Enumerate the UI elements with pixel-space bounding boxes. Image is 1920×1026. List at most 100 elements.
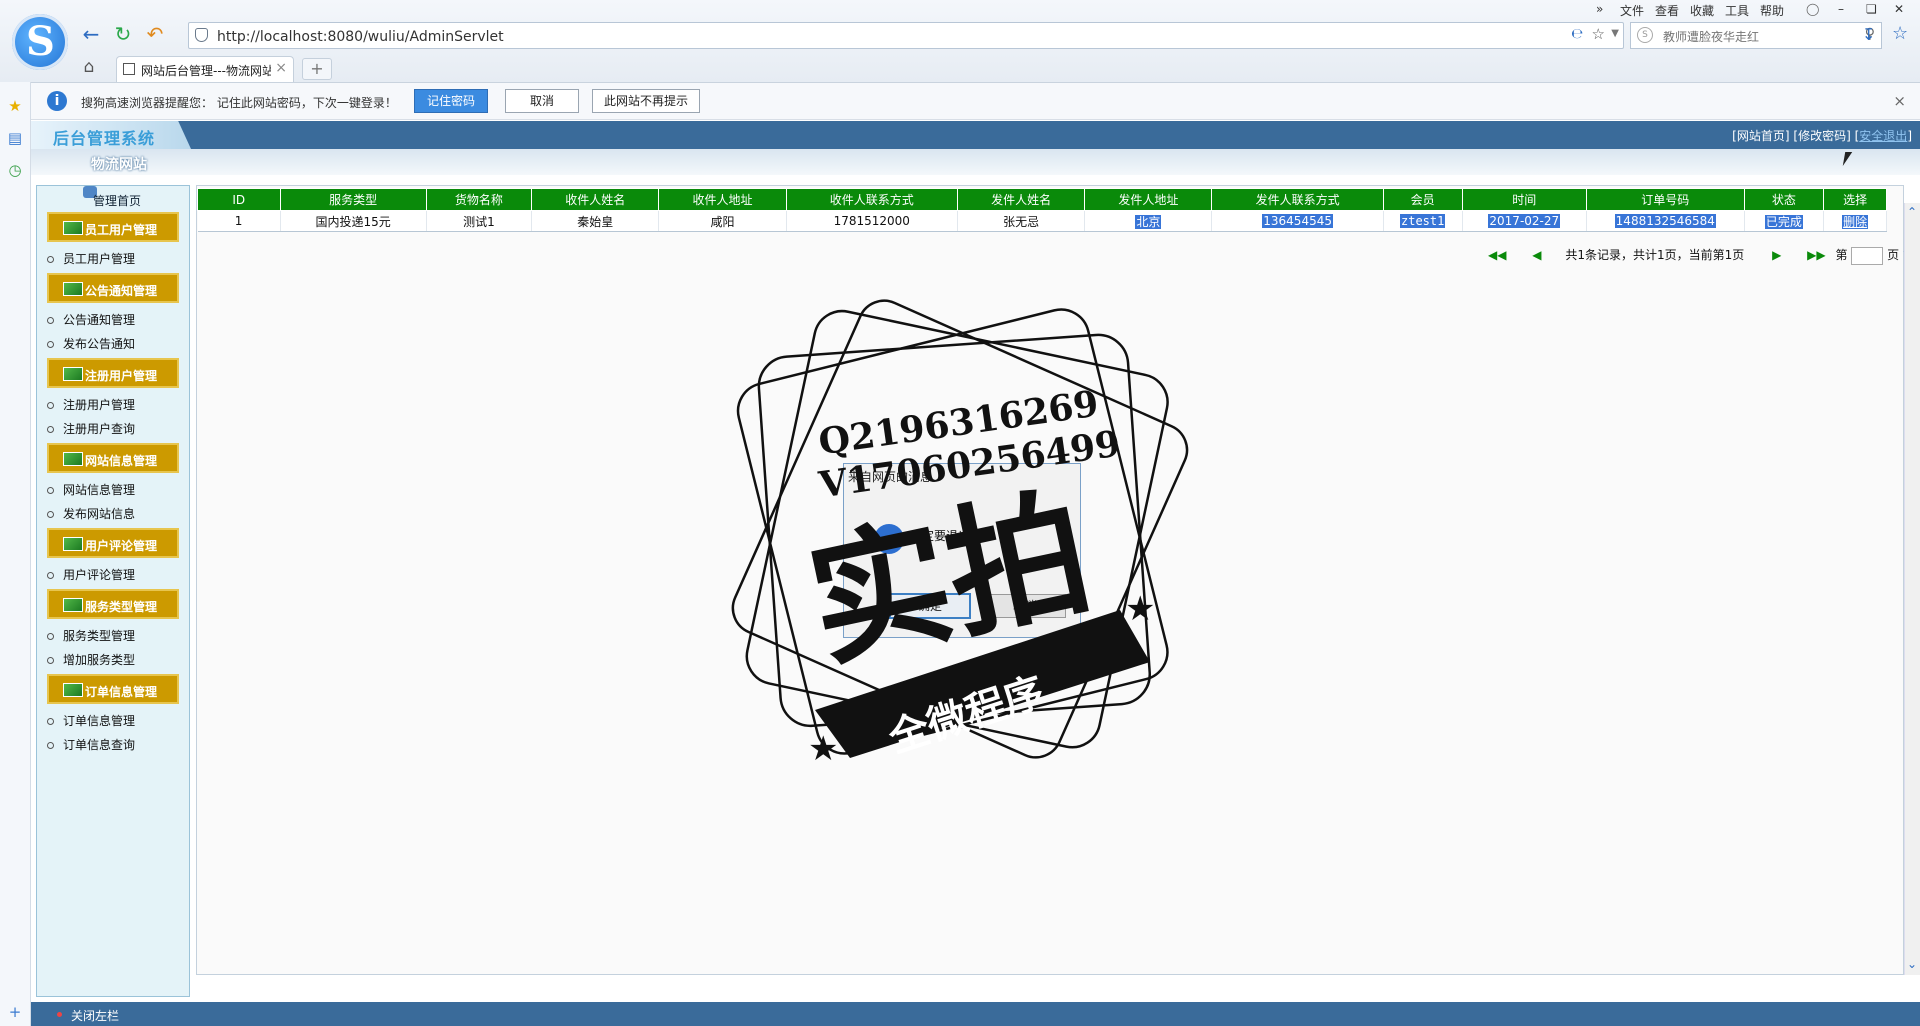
- dialog-cancel-button[interactable]: 取消: [984, 594, 1066, 618]
- notification-close-icon[interactable]: ×: [1893, 92, 1906, 110]
- star-icon[interactable]: ☆: [1592, 25, 1605, 43]
- logout-link[interactable]: 安全退出: [1859, 129, 1907, 143]
- reading-rail-icon[interactable]: ▤: [7, 130, 23, 146]
- sidebar-group-service[interactable]: 服务类型管理: [47, 589, 179, 619]
- close-window-icon[interactable]: ✕: [1894, 2, 1904, 16]
- menu-view[interactable]: 查看: [1655, 2, 1679, 19]
- scroll-down-icon[interactable]: ⌄: [1907, 957, 1917, 971]
- close-sidebar-icon: [57, 1012, 62, 1017]
- restore-icon[interactable]: ❏: [1866, 2, 1877, 16]
- search-input[interactable]: [1661, 23, 1855, 50]
- last-page-icon[interactable]: ▶▶: [1807, 248, 1825, 262]
- sidebar-group-notice[interactable]: 公告通知管理: [47, 273, 179, 303]
- confirm-dialog: 来自网页的消息 确定要退出吗？ 确定 取消: [843, 463, 1081, 638]
- sidebar-item-service-manage[interactable]: 服务类型管理: [47, 627, 135, 644]
- cell-text: 北京: [1135, 214, 1162, 229]
- sidebar-group-staff[interactable]: 员工用户管理: [47, 212, 179, 242]
- prev-page-icon[interactable]: ◀: [1532, 248, 1541, 262]
- sidebar-group-orders[interactable]: 订单信息管理: [47, 674, 179, 704]
- first-page-icon[interactable]: ◀◀: [1488, 248, 1506, 262]
- site-home-link[interactable]: 网站首页: [1737, 129, 1785, 143]
- vertical-scrollbar[interactable]: ⌃ ⌄: [1904, 203, 1920, 975]
- sidebar-group-siteinfo[interactable]: 网站信息管理: [47, 443, 179, 473]
- sidebar-item-service-add[interactable]: 增加服务类型: [47, 651, 135, 668]
- col-header: 订单号码: [1586, 188, 1745, 211]
- cell-receiver-name: 秦始皇: [531, 210, 660, 232]
- address-input[interactable]: [215, 23, 1519, 50]
- folder-icon: [63, 452, 83, 466]
- sidebar-item-label: 增加服务类型: [63, 653, 136, 667]
- cell-action[interactable]: 删除: [1823, 210, 1887, 232]
- refresh-icon[interactable]: ↻: [110, 21, 136, 47]
- add-rail-icon[interactable]: +: [7, 1004, 23, 1020]
- folder-icon: [63, 367, 83, 381]
- new-tab-button[interactable]: +: [302, 58, 332, 80]
- dialog-title: 来自网页的消息: [848, 470, 933, 484]
- col-header: 发件人联系方式: [1211, 188, 1384, 211]
- sidebar-item-staff-manage[interactable]: 员工用户管理: [47, 250, 135, 267]
- remember-password-button[interactable]: 记住密码: [414, 89, 488, 113]
- sidebar-item-label: 员工用户管理: [63, 252, 136, 266]
- more-icon[interactable]: »: [1596, 2, 1603, 16]
- sidebar-group-label: 注册用户管理: [85, 369, 158, 383]
- sidebar-item-orders-manage[interactable]: 订单信息管理: [47, 712, 135, 729]
- cell-text: ztest1: [1400, 214, 1446, 228]
- sidebar-item-notice-publish[interactable]: 发布公告通知: [47, 335, 135, 352]
- never-remind-button[interactable]: 此网站不再提示: [592, 89, 700, 113]
- sidebar-group-users[interactable]: 注册用户管理: [47, 358, 179, 388]
- sidebar-item-users-manage[interactable]: 注册用户管理: [47, 396, 135, 413]
- sidebar-item-notice-manage[interactable]: 公告通知管理: [47, 311, 135, 328]
- ie-mode-icon[interactable]: ℮: [1571, 26, 1583, 42]
- download-icon[interactable]: ↧: [1862, 25, 1875, 44]
- close-sidebar-link[interactable]: 关闭左栏: [71, 1007, 119, 1024]
- bullet-icon: [47, 487, 54, 494]
- back-icon[interactable]: ←: [78, 21, 104, 47]
- dialog-ok-button[interactable]: 确定: [889, 593, 971, 619]
- undo-icon[interactable]: ↶: [142, 21, 168, 47]
- table-row[interactable]: 1 国内投递15元 测试1 秦始皇 咸阳 1781512000 张无忌 北京 1…: [197, 210, 1887, 232]
- sidebar-item-comments-manage[interactable]: 用户评论管理: [47, 566, 135, 583]
- sidebar-item-users-query[interactable]: 注册用户查询: [47, 420, 135, 437]
- sidebar-group-label: 服务类型管理: [85, 600, 158, 614]
- browser-logo-icon[interactable]: S: [12, 14, 68, 70]
- col-header: 服务类型: [279, 188, 427, 211]
- app-title: 后台管理系统: [53, 129, 156, 148]
- tab-close-icon[interactable]: ×: [275, 60, 287, 76]
- sidebar-item-orders-query[interactable]: 订单信息查询: [47, 736, 135, 753]
- bullet-icon: [47, 742, 54, 749]
- address-bar[interactable]: ℮ ☆ ▼: [188, 22, 1624, 50]
- menu-tools[interactable]: 工具: [1725, 2, 1749, 19]
- pagination: ◀◀ ◀ 共1条记录，共计1页，当前第1页 ▶ ▶▶ 第 页 ↻: [1482, 246, 1913, 265]
- search-box[interactable]: S ⚲: [1630, 22, 1882, 50]
- sidebar-item-siteinfo-manage[interactable]: 网站信息管理: [47, 481, 135, 498]
- sidebar-group-comments[interactable]: 用户评论管理: [47, 528, 179, 558]
- sidebar-group-label: 员工用户管理: [85, 223, 158, 237]
- sidebar-item-siteinfo-publish[interactable]: 发布网站信息: [47, 505, 135, 522]
- sidebar-home[interactable]: 管理首页: [93, 192, 141, 209]
- cell-sender-address: 北京: [1084, 210, 1213, 232]
- tab-active[interactable]: 网站后台管理---物流网站 ×: [116, 56, 294, 82]
- bullet-icon: [47, 633, 54, 640]
- menu-favorites[interactable]: 收藏: [1690, 2, 1714, 19]
- cell-text: 136454545: [1262, 214, 1333, 228]
- menu-help[interactable]: 帮助: [1760, 2, 1784, 19]
- sidebar-item-label: 网站信息管理: [63, 483, 136, 497]
- cell-sender-phone: 136454545: [1211, 210, 1384, 232]
- sidebar-item-label: 服务类型管理: [63, 629, 136, 643]
- change-password-link[interactable]: 修改密码: [1798, 129, 1846, 143]
- favorites-rail-icon[interactable]: ★: [7, 98, 23, 114]
- chevron-down-icon[interactable]: ▼: [1611, 28, 1619, 39]
- home-icon[interactable]: ⌂: [76, 54, 102, 80]
- bullet-icon: [47, 572, 54, 579]
- notification-cancel-button[interactable]: 取消: [505, 89, 579, 113]
- scroll-up-icon[interactable]: ⌃: [1907, 205, 1917, 219]
- delete-link[interactable]: 删除: [1842, 214, 1869, 229]
- page-number-input[interactable]: [1851, 246, 1884, 265]
- history-rail-icon[interactable]: ◷: [7, 162, 23, 178]
- minimize-icon[interactable]: –: [1838, 2, 1844, 16]
- skin-icon[interactable]: ◯: [1806, 2, 1819, 16]
- app-title-banner: 后台管理系统: [31, 121, 191, 149]
- menu-file[interactable]: 文件: [1620, 2, 1644, 19]
- favorites-icon[interactable]: ☆: [1892, 23, 1908, 44]
- next-page-icon[interactable]: ▶: [1772, 248, 1781, 262]
